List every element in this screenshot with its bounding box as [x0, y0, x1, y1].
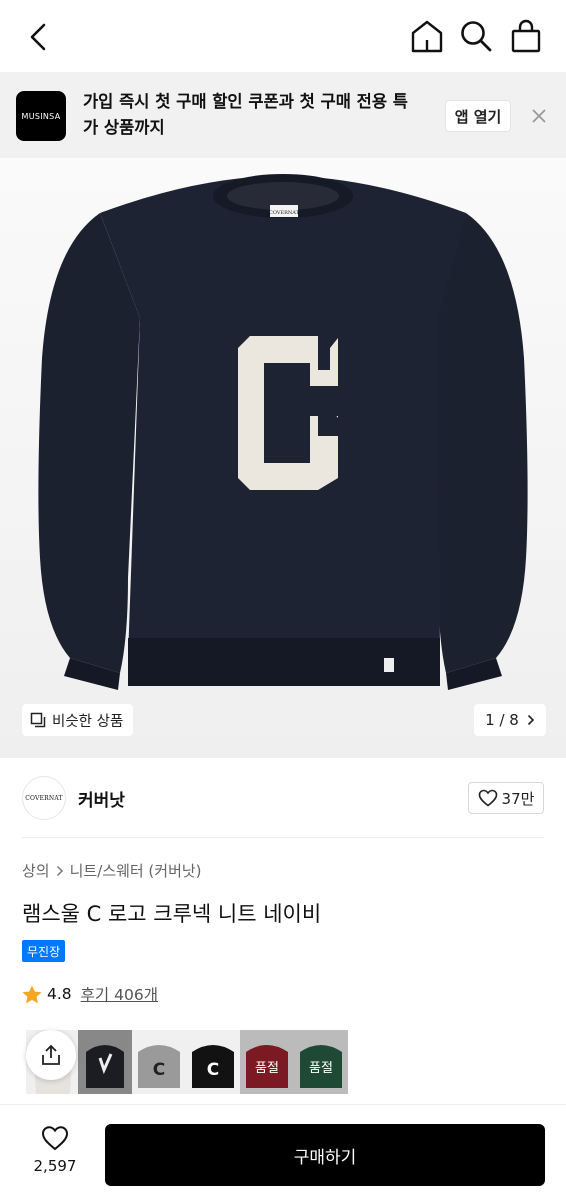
rating-row: 4.8 후기 406개 — [22, 983, 158, 1005]
collar-tag: COVERNAT — [269, 210, 300, 216]
similar-products-button[interactable]: 비슷한 상품 — [22, 704, 134, 736]
top-bar — [0, 0, 566, 72]
open-app-button[interactable]: 앱 열기 — [445, 100, 511, 132]
share-button[interactable] — [26, 1030, 76, 1080]
wishlist-count: 2,597 — [33, 1157, 77, 1175]
brand-row: COVERNAT 커버낫 37만 — [22, 758, 544, 838]
product-title: 램스울 C 로고 크루넥 니트 네이비 — [22, 902, 322, 926]
page-indicator-text: 1 / 8 — [485, 711, 519, 729]
similar-items-icon — [30, 712, 46, 728]
color-option-green-soldout[interactable]: 품절 — [294, 1030, 348, 1094]
brand-name[interactable]: 커버낫 — [78, 786, 125, 811]
breadcrumb-subcategory[interactable]: 니트/스웨터 (커버낫) — [70, 860, 202, 881]
buy-button[interactable]: 구매하기 — [105, 1124, 545, 1186]
shopping-bag-icon[interactable] — [508, 18, 544, 54]
musinsa-logo: MUSINSA — [16, 91, 66, 141]
breadcrumb-category[interactable]: 상의 — [22, 860, 50, 881]
bottom-action-bar: 2,597 구매하기 — [0, 1104, 566, 1200]
color-option-black[interactable]: C — [186, 1030, 240, 1094]
promo-badge: 무진장 — [22, 940, 66, 962]
product-image-gallery[interactable]: COVERNAT 비슷한 상품 1 / 8 — [0, 158, 566, 758]
swatch-mark: C — [207, 1060, 219, 1080]
search-icon[interactable] — [458, 18, 494, 54]
brand-like-button[interactable]: 37만 — [468, 782, 544, 814]
heart-icon — [41, 1126, 69, 1151]
home-icon[interactable] — [408, 18, 446, 54]
star-icon — [22, 985, 42, 1003]
breadcrumb: 상의 니트/스웨터 (커버낫) — [22, 860, 202, 881]
back-arrow-icon[interactable] — [22, 20, 56, 54]
review-count-link[interactable]: 후기 406개 — [81, 983, 158, 1005]
brand-like-count: 37만 — [501, 789, 535, 808]
image-page-indicator[interactable]: 1 / 8 — [474, 704, 546, 736]
brand-logo[interactable]: COVERNAT — [22, 776, 66, 820]
rating-value: 4.8 — [47, 985, 72, 1003]
similar-products-label: 비슷한 상품 — [52, 713, 124, 730]
chevron-right-icon — [527, 714, 534, 726]
color-option-red-soldout[interactable]: 품절 — [240, 1030, 294, 1094]
soldout-label: 품절 — [309, 1061, 333, 1076]
color-options: C C 품절 품절 — [26, 1030, 356, 1094]
color-option-grey[interactable]: C — [132, 1030, 186, 1094]
wishlist-button[interactable]: 2,597 — [22, 1125, 88, 1175]
swatch-mark: C — [153, 1060, 165, 1080]
soldout-label: 품절 — [255, 1061, 279, 1076]
heart-icon — [478, 789, 497, 807]
banner-text: 가입 즉시 첫 구매 할인 쿠폰과 첫 구매 전용 특가 상품까지 — [83, 92, 408, 137]
share-icon — [42, 1044, 60, 1065]
close-icon[interactable] — [531, 108, 547, 124]
product-image: COVERNAT — [38, 174, 528, 690]
color-option-black-heart[interactable] — [78, 1030, 132, 1094]
chevron-right-icon — [56, 865, 63, 876]
app-install-banner: MUSINSA 가입 즉시 첫 구매 할인 쿠폰과 첫 구매 전용 특가 상품까… — [0, 72, 566, 158]
